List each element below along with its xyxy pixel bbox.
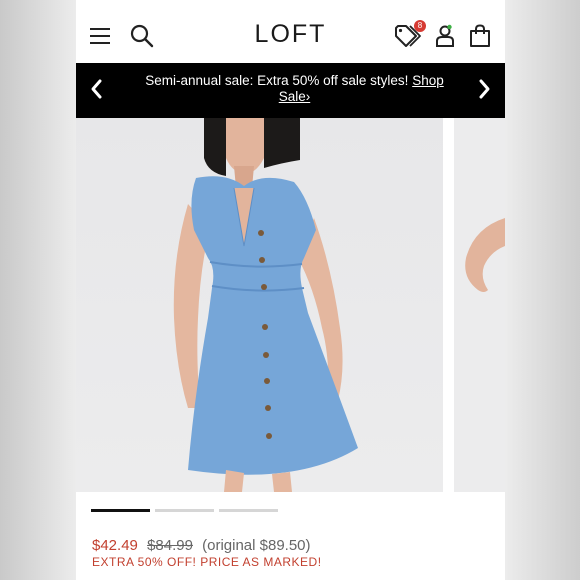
sale-price: $42.49 (92, 537, 138, 554)
product-image[interactable] (76, 118, 443, 492)
chevron-right-icon[interactable] (473, 77, 495, 101)
account-icon[interactable] (434, 24, 456, 48)
promo-message: Semi-annual sale: Extra 50% off sale sty… (145, 73, 409, 88)
chevron-left-icon[interactable] (86, 77, 108, 101)
wishlist-count-badge: 8 (414, 20, 426, 32)
site-header: LOFT 8 (76, 0, 505, 62)
background-left (0, 0, 76, 580)
gallery-dot[interactable] (155, 509, 214, 512)
next-product-image[interactable] (454, 118, 505, 492)
promo-banner: Semi-annual sale: Extra 50% off sale sty… (76, 63, 505, 118)
gallery-dot[interactable] (91, 509, 150, 512)
original-price: (original $89.50) (202, 537, 311, 554)
price-row: $42.49 $84.99 (original $89.50) (92, 537, 311, 554)
background-right (505, 0, 580, 580)
gallery-dot[interactable] (219, 509, 278, 512)
phone-screen: LOFT 8 Semi-annual sale: Extra 50% off s… (76, 0, 505, 580)
promo-text: Semi-annual sale: Extra 50% off sale sty… (128, 73, 461, 105)
shopping-bag-icon[interactable] (468, 24, 492, 48)
wishlist-tag-icon[interactable]: 8 (394, 20, 426, 50)
promo-note: EXTRA 50% OFF! PRICE AS MARKED! (92, 555, 322, 569)
old-price: $84.99 (147, 537, 193, 554)
